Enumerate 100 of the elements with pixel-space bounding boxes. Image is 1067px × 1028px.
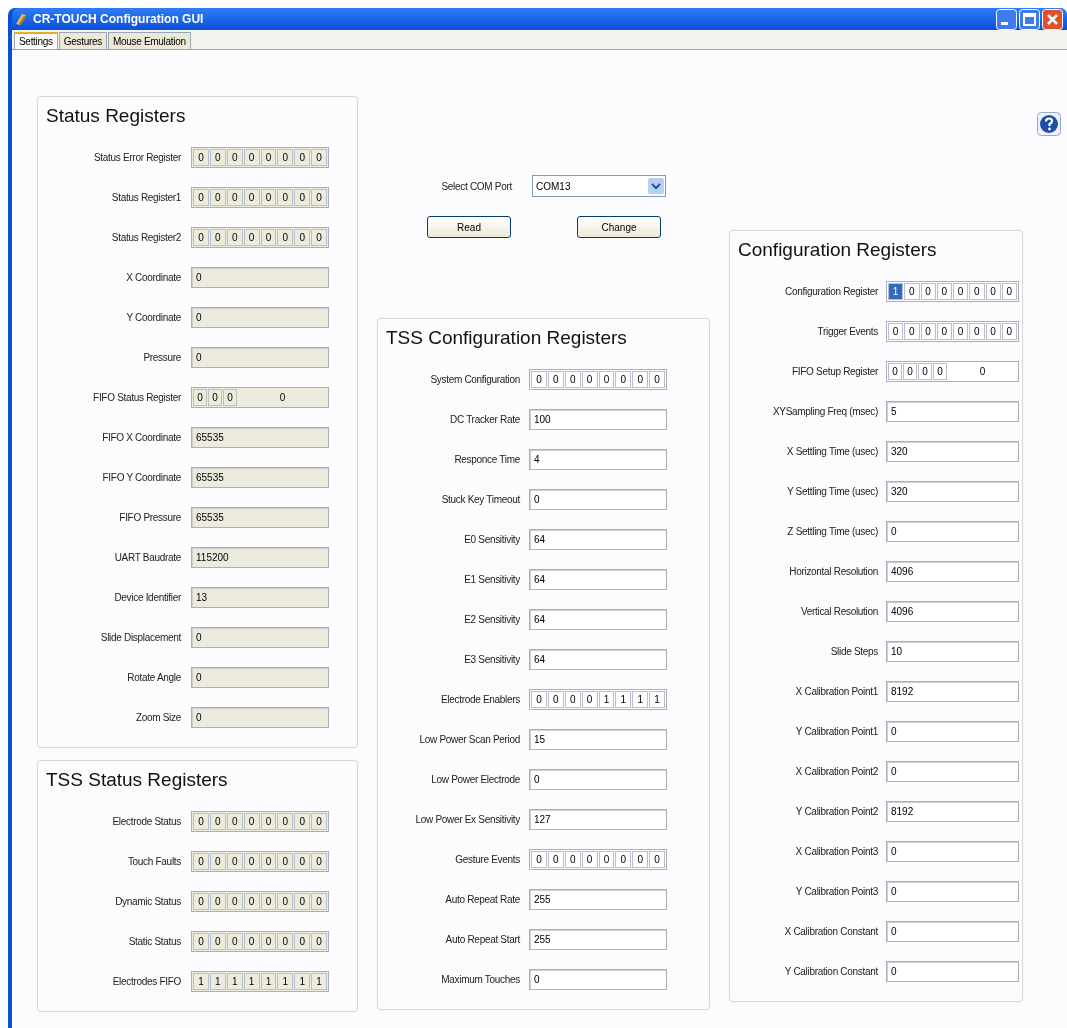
input-field[interactable]: 0 (886, 760, 1019, 782)
input-field[interactable]: 4 (529, 448, 667, 470)
bit-cell: 0 (277, 932, 294, 950)
bit-field[interactable]: 0 0 0 0 0 0 0 0 (191, 890, 329, 912)
bit-cell: 0 (277, 852, 294, 870)
minimize-button[interactable] (996, 8, 1017, 30)
field-label: X Coordinate (125, 271, 181, 283)
input-field[interactable]: 255 (529, 888, 667, 910)
input-field[interactable]: 65535 (191, 506, 329, 528)
input-field[interactable]: 0 (529, 488, 667, 510)
input-field[interactable]: 0 (886, 920, 1019, 942)
input-field[interactable]: 15 (529, 728, 667, 750)
bit-field[interactable]: 0 0 0 0 0 0 0 0 (191, 850, 329, 872)
input-field[interactable]: 115200 (191, 546, 329, 568)
action-button[interactable]: Change (577, 216, 661, 238)
bit-field[interactable]: 0 0 0 0 1 1 1 1 (529, 688, 667, 710)
field-label: Gesture Events (454, 853, 520, 865)
bit-field[interactable]: 0 0 0 0 0 0 0 0 (191, 930, 329, 952)
bit-cell: 0 (581, 690, 598, 708)
field-label: Touch Faults (126, 855, 181, 867)
bit-cell: 1 (209, 972, 226, 990)
input-field[interactable]: 0 (191, 626, 329, 648)
bit-cell: 1 (260, 972, 277, 990)
input-field[interactable]: 8192 (886, 800, 1019, 822)
action-button[interactable]: Read (427, 216, 511, 238)
field-label: Zoom Size (134, 711, 181, 723)
bit-cell: 0 (243, 892, 260, 910)
bit-cell: 0 (311, 932, 327, 950)
bit-cell: 0 (615, 850, 632, 868)
close-button[interactable] (1042, 8, 1063, 30)
bit-cell: 0 (985, 282, 1001, 300)
input-field[interactable]: 0 (886, 960, 1019, 982)
input-field[interactable]: 0 (529, 768, 667, 790)
input-field[interactable]: 10 (886, 640, 1019, 662)
bit-cell: 0 (223, 388, 237, 406)
input-field[interactable]: 0 (886, 720, 1019, 742)
input-field[interactable]: 0 (191, 266, 329, 288)
bit-field[interactable]: 1 1 1 1 1 1 1 1 (191, 970, 329, 992)
tab[interactable]: Gestures (58, 32, 107, 49)
input-field[interactable]: 5 (886, 400, 1019, 422)
input-field[interactable]: 8192 (886, 680, 1019, 702)
bit-field[interactable]: 0 0 0 0 0 0 0 0 (529, 368, 667, 390)
bit-field[interactable]: 0 0 0 0 (191, 386, 329, 408)
bit-cell: 0 (918, 362, 932, 380)
input-field[interactable]: 64 (529, 528, 667, 550)
tab[interactable]: Settings (14, 32, 58, 49)
input-field[interactable]: 64 (529, 608, 667, 630)
input-field[interactable]: 4096 (886, 560, 1019, 582)
field-label: Configuration Register (784, 285, 878, 297)
field-label: Rotate Angle (126, 671, 181, 683)
input-field[interactable]: 0 (191, 666, 329, 688)
tab[interactable]: Mouse Emulation (107, 32, 191, 49)
bit-cell: 0 (243, 148, 260, 166)
input-field[interactable]: 0 (886, 840, 1019, 862)
bit-cell: 1 (649, 690, 665, 708)
chevron-down-icon (648, 178, 664, 194)
panel-title: TSS Status Registers (45, 768, 229, 792)
bit-field[interactable]: 0 0 0 0 0 0 0 0 (191, 186, 329, 208)
help-icon[interactable] (1037, 112, 1061, 136)
bit-cell: 0 (260, 852, 277, 870)
input-field[interactable]: 100 (529, 408, 667, 430)
input-field[interactable]: 127 (529, 808, 667, 830)
com-port-dropdown[interactable]: COM13 (532, 175, 666, 197)
input-field[interactable]: 320 (886, 440, 1019, 462)
bit-field[interactable]: 1 0 0 0 0 0 0 0 (886, 280, 1019, 302)
bit-field[interactable]: 0 0 0 0 0 0 0 0 (529, 848, 667, 870)
input-field[interactable]: 0 (191, 346, 329, 368)
bit-cell: 1 (632, 690, 649, 708)
maximize-button[interactable] (1019, 8, 1040, 30)
bit-cell: 1 (888, 282, 904, 300)
field-label: DC Tracker Rate (449, 413, 520, 425)
bit-field[interactable]: 0 0 0 0 0 0 0 0 (886, 320, 1019, 342)
input-field[interactable]: 64 (529, 568, 667, 590)
input-field[interactable]: 0 (191, 306, 329, 328)
field-label: X Calibration Point3 (794, 845, 878, 857)
bit-field[interactable]: 0 0 0 0 0 0 0 0 (191, 226, 329, 248)
input-field[interactable]: 4096 (886, 600, 1019, 622)
bit-cell: 0 (564, 850, 581, 868)
field-label: Trigger Events (816, 325, 878, 337)
bit-cell: 0 (226, 148, 243, 166)
bit-cell: 0 (277, 892, 294, 910)
input-field[interactable]: 0 (529, 968, 667, 990)
input-field[interactable]: 0 (886, 520, 1019, 542)
bit-field[interactable]: 0 0 0 0 0 0 0 0 (191, 146, 329, 168)
field-label: System Configuration (429, 373, 520, 385)
bit-field[interactable]: 0 0 0 0 0 (886, 360, 1019, 382)
input-field[interactable]: 320 (886, 480, 1019, 502)
field-label: E0 Sensitivity (463, 533, 520, 545)
input-field[interactable]: 0 (886, 880, 1019, 902)
bit-field[interactable]: 0 0 0 0 0 0 0 0 (191, 810, 329, 832)
input-field[interactable]: 65535 (191, 466, 329, 488)
input-field[interactable]: 255 (529, 928, 667, 950)
input-field[interactable]: 65535 (191, 426, 329, 448)
bit-cell: 0 (969, 322, 985, 340)
input-field[interactable]: 13 (191, 586, 329, 608)
field-label: Status Register1 (110, 191, 181, 203)
input-field[interactable]: 64 (529, 648, 667, 670)
field-label: Slide Displacement (99, 631, 181, 643)
field-label: XYSampling Freq (msec) (771, 405, 878, 417)
input-field[interactable]: 0 (191, 706, 329, 728)
